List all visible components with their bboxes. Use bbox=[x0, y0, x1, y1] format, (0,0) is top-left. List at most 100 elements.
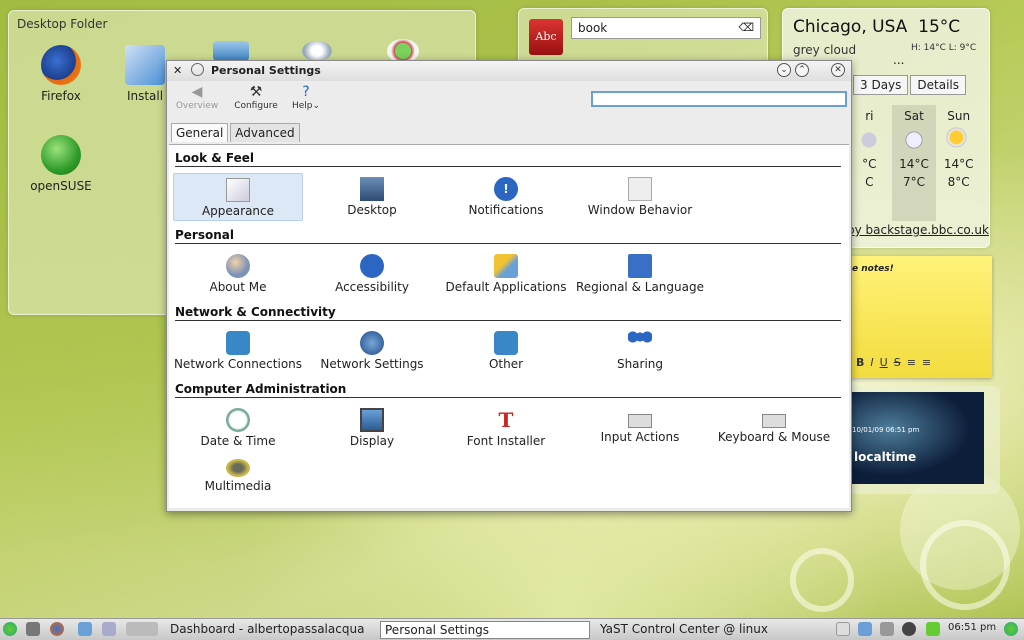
settings-icon[interactable]: ✕ bbox=[173, 64, 182, 77]
item-network-settings[interactable]: Network Settings bbox=[307, 327, 437, 375]
item-label: Other bbox=[488, 357, 524, 371]
flag-icon bbox=[628, 254, 652, 278]
task-dashboard[interactable]: Dashboard - albertopassalacqua bbox=[166, 621, 376, 639]
cashew-icon[interactable] bbox=[1004, 622, 1018, 636]
battery-icon[interactable] bbox=[926, 622, 940, 636]
task-personal-settings[interactable]: Personal Settings bbox=[380, 621, 590, 639]
info-icon[interactable] bbox=[902, 622, 916, 636]
configure-button[interactable]: ⚒ Configure bbox=[231, 83, 281, 111]
item-notifications[interactable]: ! Notifications bbox=[441, 173, 571, 221]
settings-search-input[interactable] bbox=[591, 91, 847, 107]
font-icon: T bbox=[498, 408, 514, 432]
keyboard-mouse-icon bbox=[762, 414, 786, 428]
tab-details[interactable]: Details bbox=[910, 75, 967, 95]
default-apps-icon bbox=[494, 254, 518, 278]
overview-button[interactable]: ◀ Overview bbox=[173, 83, 221, 111]
wallpaper-ring bbox=[920, 520, 1010, 610]
item-display[interactable]: Display bbox=[307, 404, 437, 452]
pin-icon[interactable] bbox=[191, 63, 204, 76]
forecast-high: 14°C bbox=[899, 157, 929, 171]
item-other[interactable]: Other bbox=[441, 327, 571, 375]
forecast-low: 8°C bbox=[947, 175, 970, 189]
item-label: Regional & Language bbox=[576, 280, 704, 294]
window-titlebar[interactable]: ✕ Personal Settings ⌄ ⌃ ✕ bbox=[167, 61, 851, 81]
item-label: Notifications bbox=[468, 203, 544, 217]
dictionary-widget: Abc book ⌫ bbox=[518, 8, 768, 64]
notes-widget[interactable]: e notes! B I U S ≡ ≡ bbox=[844, 256, 992, 378]
accessibility-icon bbox=[360, 254, 384, 278]
volume-icon[interactable] bbox=[880, 622, 894, 636]
italic-icon[interactable]: I bbox=[870, 356, 873, 369]
item-about-me[interactable]: About Me bbox=[173, 250, 303, 298]
item-font-installer[interactable]: T Font Installer bbox=[441, 404, 571, 452]
weather-source-link[interactable]: by backstage.bbc.co.uk bbox=[847, 223, 989, 237]
desktop-icon-firefox[interactable]: Firefox bbox=[21, 45, 101, 103]
forecast-day: Sat 14°C 7°C bbox=[891, 105, 937, 221]
dictionary-search-input[interactable]: book ⌫ bbox=[571, 17, 761, 39]
item-desktop[interactable]: Desktop bbox=[307, 173, 437, 221]
desktop-icon-label: openSUSE bbox=[30, 179, 92, 193]
minimize-button[interactable]: ⌄ bbox=[777, 63, 791, 77]
weather-condition: grey cloud bbox=[793, 43, 857, 57]
item-multimedia[interactable]: Multimedia bbox=[173, 455, 303, 503]
user-info-icon bbox=[226, 254, 250, 278]
maximize-button[interactable]: ⌃ bbox=[795, 63, 809, 77]
sharing-icon bbox=[628, 331, 652, 355]
file-manager-icon[interactable] bbox=[78, 622, 92, 636]
speaker-icon bbox=[226, 459, 250, 477]
close-button[interactable]: ✕ bbox=[831, 63, 845, 77]
tab-general[interactable]: General bbox=[171, 123, 229, 142]
world-clock-location: localtime bbox=[854, 450, 917, 464]
item-input-actions[interactable]: Input Actions bbox=[575, 404, 705, 452]
item-label: Multimedia bbox=[204, 479, 272, 493]
list-icon[interactable]: ≡ bbox=[922, 356, 931, 369]
item-label: Keyboard & Mouse bbox=[717, 430, 831, 444]
item-keyboard-mouse[interactable]: Keyboard & Mouse bbox=[709, 404, 839, 452]
dictionary-book-icon: Abc bbox=[529, 19, 563, 55]
weather-tabs: 3 Days Details bbox=[853, 75, 967, 95]
firefox-launcher-icon[interactable] bbox=[50, 622, 64, 636]
item-network-connections[interactable]: Network Connections bbox=[173, 327, 303, 375]
item-label: About Me bbox=[209, 280, 267, 294]
world-map bbox=[850, 392, 984, 484]
exclamation-icon: ! bbox=[494, 177, 518, 201]
strikethrough-icon[interactable]: S bbox=[894, 356, 901, 369]
underline-icon[interactable]: U bbox=[880, 356, 888, 369]
notes-tray-icon[interactable] bbox=[858, 622, 872, 636]
section-network: Network & Connectivity bbox=[175, 305, 841, 321]
item-default-applications[interactable]: Default Applications bbox=[441, 250, 571, 298]
forecast-day-name: Sat bbox=[904, 109, 924, 123]
kickoff-menu-icon[interactable] bbox=[3, 622, 17, 636]
terminal-icon[interactable] bbox=[102, 622, 116, 636]
forecast-low: 7°C bbox=[903, 175, 926, 189]
forecast-day-name: Sun bbox=[947, 109, 971, 123]
world-clock-time: 10/01/09 06:51 pm bbox=[852, 426, 920, 434]
world-clock-widget: 10/01/09 06:51 pm localtime bbox=[844, 386, 1000, 494]
forecast-day-name: ri bbox=[865, 109, 874, 123]
clock-calendar-icon bbox=[226, 408, 250, 432]
item-date-time[interactable]: Date & Time bbox=[173, 404, 303, 452]
item-appearance[interactable]: Appearance bbox=[173, 173, 303, 221]
forecast-day: Sun 14°C 8°C bbox=[936, 105, 981, 221]
task-yast[interactable]: YaST Control Center @ linux bbox=[596, 621, 818, 639]
tab-3-days[interactable]: 3 Days bbox=[853, 75, 909, 95]
help-button[interactable]: ? Help⌄ bbox=[289, 83, 323, 111]
clear-icon[interactable]: ⌫ bbox=[738, 21, 754, 34]
taskbar-clock[interactable]: 06:51 pm bbox=[948, 622, 996, 633]
bold-icon[interactable]: B bbox=[856, 356, 864, 369]
item-window-behavior[interactable]: Window Behavior bbox=[575, 173, 705, 221]
desktop-folder-title: Desktop Folder bbox=[17, 17, 108, 31]
desktop-icon-opensuse[interactable]: openSUSE bbox=[21, 135, 101, 193]
show-desktop-icon[interactable] bbox=[26, 622, 40, 636]
tab-advanced[interactable]: Advanced bbox=[230, 123, 300, 142]
desktop-icon bbox=[360, 177, 384, 201]
clipboard-icon[interactable] bbox=[836, 622, 850, 636]
item-accessibility[interactable]: Accessibility bbox=[307, 250, 437, 298]
section-computer-administration: Computer Administration bbox=[175, 382, 841, 398]
help-label: Help⌄ bbox=[291, 101, 321, 111]
item-label: Network Connections bbox=[173, 357, 303, 371]
item-regional-language[interactable]: Regional & Language bbox=[575, 250, 705, 298]
pager-icon[interactable] bbox=[126, 622, 158, 636]
align-icon[interactable]: ≡ bbox=[907, 356, 916, 369]
item-sharing[interactable]: Sharing bbox=[575, 327, 705, 375]
